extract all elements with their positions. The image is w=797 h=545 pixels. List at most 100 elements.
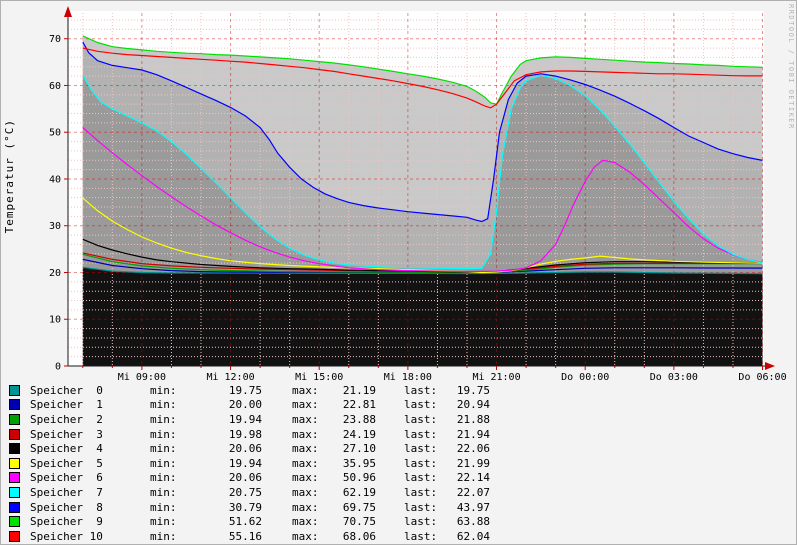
x-tick-label: Mi 12:00 [206,372,254,381]
legend-max-value: 22.81 [342,398,376,412]
legend-max-label: max: [292,442,319,456]
rrdtool-graph: 0 10 20 30 40 50 60 70 Mi 09:00 Mi 12:00 Mi 15:00 M… [0,0,797,545]
x-tick-label: Do 06:00 [738,372,786,381]
legend-last-label: last: [404,529,438,543]
y-tick-label: 0 [55,362,61,373]
legend-row: Speicher 9 min: 51.62 max: 70.75 last: 63.88 [7,514,567,529]
legend-series-name: Speicher 1 [30,398,103,412]
x-tick-label: Do 00:00 [561,372,609,381]
legend-row: Speicher 10 min: 55.16 max: 68.06 last: 62.04 [7,529,567,544]
legend-max-value: 68.06 [342,529,376,543]
legend-series-name: Speicher 0 [30,383,103,397]
legend-last-label: last: [404,485,438,499]
y-tick-label: 30 [49,221,61,232]
legend-min-value: 20.75 [228,485,262,499]
legend-min-value: 20.06 [228,471,262,485]
legend-series-name: Speicher 7 [30,485,103,499]
legend-last-value: 62.04 [456,529,490,543]
legend-max-label: max: [292,398,319,412]
x-tick-label: Mi 15:00 [295,372,343,381]
legend-row: Speicher 3 min: 19.98 max: 24.19 last: 21.94 [7,427,567,442]
legend-min-label: min: [150,515,177,529]
legend-max-label: max: [292,456,319,470]
legend-swatch-icon [9,413,20,425]
legend-last-value: 21.99 [456,456,490,470]
legend-max-label: max: [292,383,319,397]
legend-row: Speicher 6 min: 20.06 max: 50.96 last: 22.14 [7,471,567,486]
legend-last-value: 20.94 [456,398,490,412]
legend-max-label: max: [292,412,319,426]
y-tick-label: 40 [49,174,61,185]
legend-min-value: 20.00 [228,398,262,412]
legend-row: Speicher 5 min: 19.94 max: 35.95 last: 21.99 [7,456,567,471]
legend-min-value: 55.16 [228,529,262,543]
x-tick-label: Mi 21:00 [472,372,520,381]
legend-max-value: 50.96 [342,471,376,485]
x-axis-arrow-icon [765,362,775,370]
legend-series-name: Speicher 8 [30,500,103,514]
legend-min-value: 30.79 [228,500,262,514]
legend-series-name: Speicher 6 [30,471,103,485]
legend-series-name: Speicher 4 [30,442,103,456]
legend-swatch-icon [9,516,20,528]
legend-min-label: min: [150,500,177,514]
legend-last-value: 43.97 [456,500,490,514]
legend-last-label: last: [404,427,438,441]
legend-min-label: min: [150,398,177,412]
y-axis-title: Temperatur (°C) [3,119,16,234]
x-tick-label: Do 03:00 [650,372,698,381]
legend-series-name: Speicher 10 [30,529,103,543]
legend-series-name: Speicher 2 [30,412,103,426]
legend-min-label: min: [150,456,177,470]
legend-max-value: 62.19 [342,485,376,499]
legend-min-value: 19.94 [228,412,262,426]
y-tick-label: 60 [49,81,61,92]
legend-last-value: 22.07 [456,485,490,499]
legend-swatch-icon [9,428,20,440]
legend-max-label: max: [292,500,319,514]
legend-series-name: Speicher 5 [30,456,103,470]
legend-last-label: last: [404,500,438,514]
legend-swatch-icon [9,530,20,542]
legend-min-value: 19.94 [228,456,262,470]
legend-last-label: last: [404,456,438,470]
chart-canvas: 0 10 20 30 40 50 60 70 Mi 09:00 Mi 12:00 Mi 15:00 M… [49,6,787,381]
legend-series-name: Speicher 3 [30,427,103,441]
legend-row: Speicher 2 min: 19.94 max: 23.88 last: 21.88 [7,412,567,427]
y-tick-label: 10 [49,315,61,326]
legend-row: Speicher 8 min: 30.79 max: 69.75 last: 43.97 [7,500,567,515]
y-tick-label: 20 [49,268,61,279]
legend-min-value: 19.75 [228,383,262,397]
legend-row: Speicher 1 min: 20.00 max: 22.81 last: 20.94 [7,398,567,413]
legend-max-value: 69.75 [342,500,376,514]
legend-max-label: max: [292,427,319,441]
legend-last-value: 21.94 [456,427,490,441]
legend-row: Speicher 4 min: 20.06 max: 27.10 last: 22.06 [7,441,567,456]
legend-swatch-icon [9,399,20,411]
legend-min-value: 51.62 [228,515,262,529]
legend-row: Speicher 7 min: 20.75 max: 62.19 last: 22.07 [7,485,567,500]
legend-last-label: last: [404,383,438,397]
legend-min-label: min: [150,471,177,485]
legend-min-label: min: [150,427,177,441]
legend-swatch-icon [9,486,20,498]
legend-min-value: 20.06 [228,442,262,456]
legend-swatch-icon [9,443,20,455]
legend-max-value: 21.19 [342,383,376,397]
legend-swatch-icon [9,501,20,513]
rrdtool-watermark: RRDTOOL / TOBI OETIKER [787,4,795,130]
legend-min-label: min: [150,485,177,499]
legend-last-value: 22.14 [456,471,490,485]
legend-series-name: Speicher 9 [30,515,103,529]
legend-last-label: last: [404,398,438,412]
legend-last-value: 19.75 [456,383,490,397]
legend-min-label: min: [150,383,177,397]
legend-max-value: 23.88 [342,412,376,426]
legend-max-label: max: [292,471,319,485]
legend-max-label: max: [292,515,319,529]
legend-last-value: 63.88 [456,515,490,529]
legend-max-label: max: [292,485,319,499]
legend-last-label: last: [404,442,438,456]
x-tick-label: Mi 18:00 [384,372,432,381]
chart-legend: Speicher 0 min: 19.75 max: 21.19 last: 19.75 Sp… [7,383,567,544]
